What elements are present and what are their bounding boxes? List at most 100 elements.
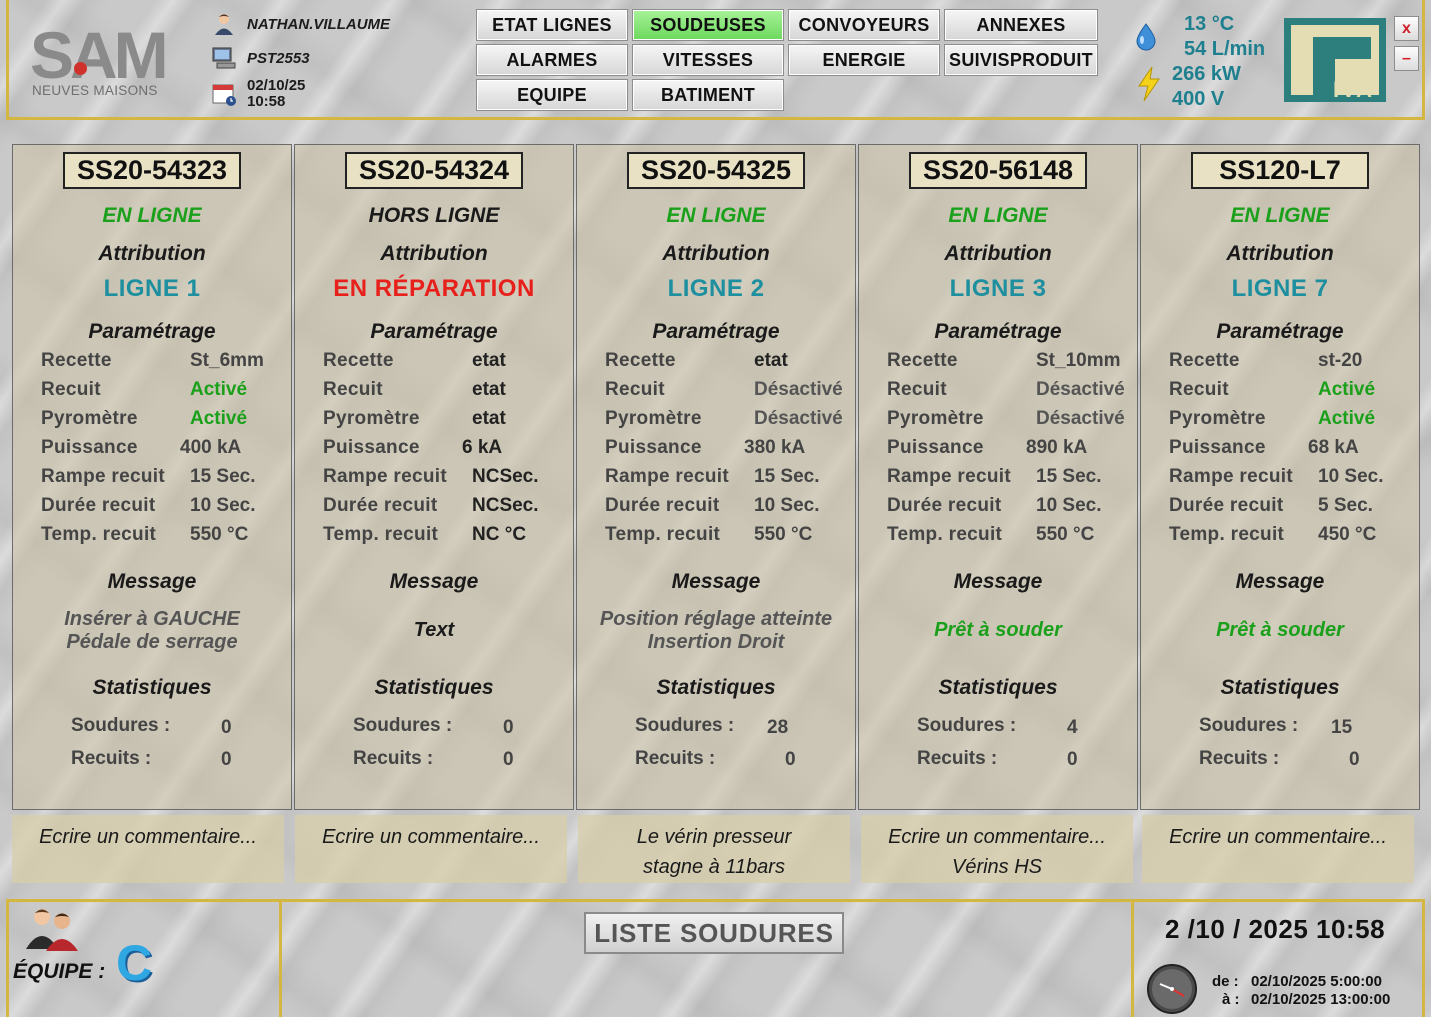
param-label: Puissance xyxy=(605,437,702,458)
station-row: PST2553 xyxy=(211,46,310,70)
param-row: Recuit Désactivé xyxy=(577,379,855,405)
statistiques-heading: Statistiques xyxy=(92,676,212,699)
comment-box[interactable]: Ecrire un commentaire... Vérins HS xyxy=(861,815,1133,883)
param-label: Recette xyxy=(41,350,112,371)
line-status: EN LIGNE xyxy=(666,204,766,227)
logo-text: SAM xyxy=(30,18,169,92)
param-row: Pyromètre etat xyxy=(295,408,573,434)
computer-icon xyxy=(211,46,237,70)
attribution-heading: Attribution xyxy=(662,242,770,265)
param-label: Durée recuit xyxy=(1169,495,1284,516)
param-label: Pyromètre xyxy=(323,408,420,429)
nav-annexes[interactable]: ANNEXES xyxy=(944,9,1098,41)
param-value: 550 °C xyxy=(754,524,813,545)
param-value: etat xyxy=(754,350,788,371)
team-icon xyxy=(22,905,82,958)
param-value: 400 kA xyxy=(180,437,242,458)
comment-text: Ecrire un commentaire... xyxy=(888,826,1106,848)
message-text: Insertion Droit xyxy=(647,631,785,653)
comment-text: stagne à 11bars xyxy=(643,856,785,878)
recuits-label: Recuits : xyxy=(635,748,716,769)
datetime-row: 02/10/25 10:58 xyxy=(211,78,305,110)
assigned-line: LIGNE 3 xyxy=(949,275,1047,302)
calendar-icon xyxy=(211,82,237,106)
shift-from-value: 02/10/2025 5:00:00 xyxy=(1251,973,1382,990)
comment-box[interactable]: Le vérin presseur stagne à 11bars xyxy=(578,815,850,883)
param-value: 10 Sec. xyxy=(1318,466,1384,487)
comment-box[interactable]: Ecrire un commentaire... xyxy=(1142,815,1414,883)
recuits-label: Recuits : xyxy=(71,748,152,769)
param-value: Activé xyxy=(1318,408,1376,429)
electric-voltage: 400 V xyxy=(1172,88,1225,110)
riva-logo-text: IVA xyxy=(1333,77,1375,102)
param-row: Durée recuit NCSec. xyxy=(295,495,573,521)
param-value: 10 Sec. xyxy=(1036,495,1102,516)
parametrage-heading: Paramétrage xyxy=(1216,320,1344,343)
param-value: Désactivé xyxy=(754,379,843,400)
param-value: 5 Sec. xyxy=(1318,495,1373,516)
recuits-label: Recuits : xyxy=(917,748,998,769)
param-value: 550 °C xyxy=(1036,524,1095,545)
param-label: Recette xyxy=(605,350,676,371)
param-row: Rampe recuit 15 Sec. xyxy=(13,466,291,492)
param-row: Pyromètre Désactivé xyxy=(577,408,855,434)
param-row: Durée recuit 10 Sec. xyxy=(577,495,855,521)
param-row: Recuit Activé xyxy=(1141,379,1419,405)
liste-soudures-button[interactable]: LISTE SOUDURES xyxy=(584,912,844,954)
nav-convoyeurs[interactable]: CONVOYEURS xyxy=(788,9,940,41)
message-text: Position réglage atteinte xyxy=(599,608,833,630)
header-date: 02/10/25 xyxy=(247,77,306,94)
welder-id: SS20-54324 xyxy=(345,152,523,189)
nav-vitesses[interactable]: VITESSES xyxy=(632,44,784,76)
comment-box[interactable]: Ecrire un commentaire... xyxy=(12,815,284,883)
minimize-button[interactable]: – xyxy=(1394,46,1419,71)
message-heading: Message xyxy=(671,570,761,593)
param-label: Pyromètre xyxy=(887,408,984,429)
param-row: Pyromètre Activé xyxy=(1141,408,1419,434)
assigned-line: LIGNE 1 xyxy=(103,275,201,302)
param-row: Rampe recuit 15 Sec. xyxy=(577,466,855,492)
param-label: Rampe recuit xyxy=(41,466,165,487)
statistiques-heading: Statistiques xyxy=(656,676,776,699)
soudures-label: Soudures : xyxy=(1199,715,1299,736)
param-row: Recuit Désactivé xyxy=(859,379,1137,405)
param-label: Durée recuit xyxy=(323,495,438,516)
param-label: Pyromètre xyxy=(1169,408,1266,429)
param-label: Rampe recuit xyxy=(605,466,729,487)
param-row: Puissance 890 kA xyxy=(859,437,1137,463)
param-value: St_10mm xyxy=(1036,350,1121,371)
welder-id: SS20-54325 xyxy=(627,152,805,189)
message-heading: Message xyxy=(1235,570,1325,593)
parametrage-heading: Paramétrage xyxy=(88,320,216,343)
param-value: 450 °C xyxy=(1318,524,1377,545)
param-label: Pyromètre xyxy=(605,408,702,429)
comment-text: Vérins HS xyxy=(951,856,1043,878)
param-label: Recette xyxy=(1169,350,1240,371)
nav-etat-lignes[interactable]: ETAT LIGNES xyxy=(476,9,628,41)
comment-text: Ecrire un commentaire... xyxy=(322,826,540,848)
param-value: 10 Sec. xyxy=(754,495,820,516)
soudures-label: Soudures : xyxy=(353,715,453,736)
soudures-label: Soudures : xyxy=(635,715,735,736)
close-button[interactable]: x xyxy=(1394,16,1419,41)
electric-power: 266 kW xyxy=(1172,63,1241,85)
message-text: Prêt à souder xyxy=(1216,619,1344,641)
comment-box[interactable]: Ecrire un commentaire... xyxy=(295,815,567,883)
param-row: Durée recuit 10 Sec. xyxy=(859,495,1137,521)
nav-soudeuses[interactable]: SOUDEUSES xyxy=(632,9,784,41)
param-value: 890 kA xyxy=(1026,437,1088,458)
param-value: Activé xyxy=(1318,379,1376,400)
logo-dot xyxy=(74,62,87,75)
param-row: Temp. recuit 550 °C xyxy=(577,524,855,550)
nav-energie[interactable]: ENERGIE xyxy=(788,44,940,76)
param-label: Temp. recuit xyxy=(887,524,1003,545)
param-value: 6 kA xyxy=(462,437,503,458)
nav-equipe[interactable]: EQUIPE xyxy=(476,79,628,111)
attribution-heading: Attribution xyxy=(380,242,488,265)
nav-suivisproduit[interactable]: SUIVISPRODUIT xyxy=(944,44,1098,76)
param-label: Rampe recuit xyxy=(323,466,447,487)
nav-alarmes[interactable]: ALARMES xyxy=(476,44,628,76)
message-text: Pédale de serrage xyxy=(66,631,238,653)
nav-batiment[interactable]: BATIMENT xyxy=(632,79,784,111)
line-status: HORS LIGNE xyxy=(368,204,500,227)
